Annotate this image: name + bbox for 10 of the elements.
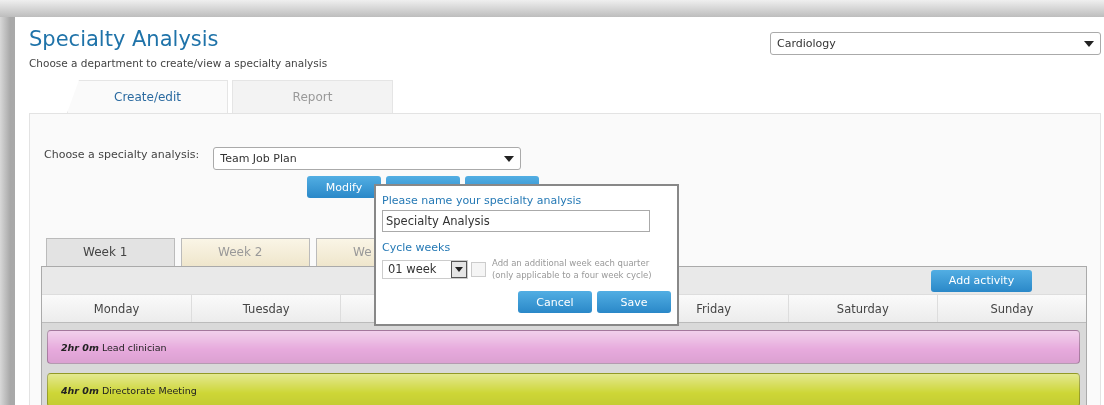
day-header: Monday [92, 300, 141, 318]
extra-week-note: Add an additional week each quarter (only applicable to a four week cycle) [492, 257, 652, 281]
page-subtitle: Choose a department to create/view a specialty analysis [29, 57, 328, 69]
picker-label: Choose a specialty analysis: [44, 147, 200, 161]
page-title: Specialty Analysis [29, 26, 220, 53]
day-header: Saturday [787, 295, 937, 322]
dialog-prompt: Please name your specialty analysis [382, 194, 583, 207]
cycle-label: Cycle weeks [382, 241, 452, 254]
day-header: Tuesday [191, 295, 341, 322]
day-header: Sunday [936, 295, 1086, 322]
